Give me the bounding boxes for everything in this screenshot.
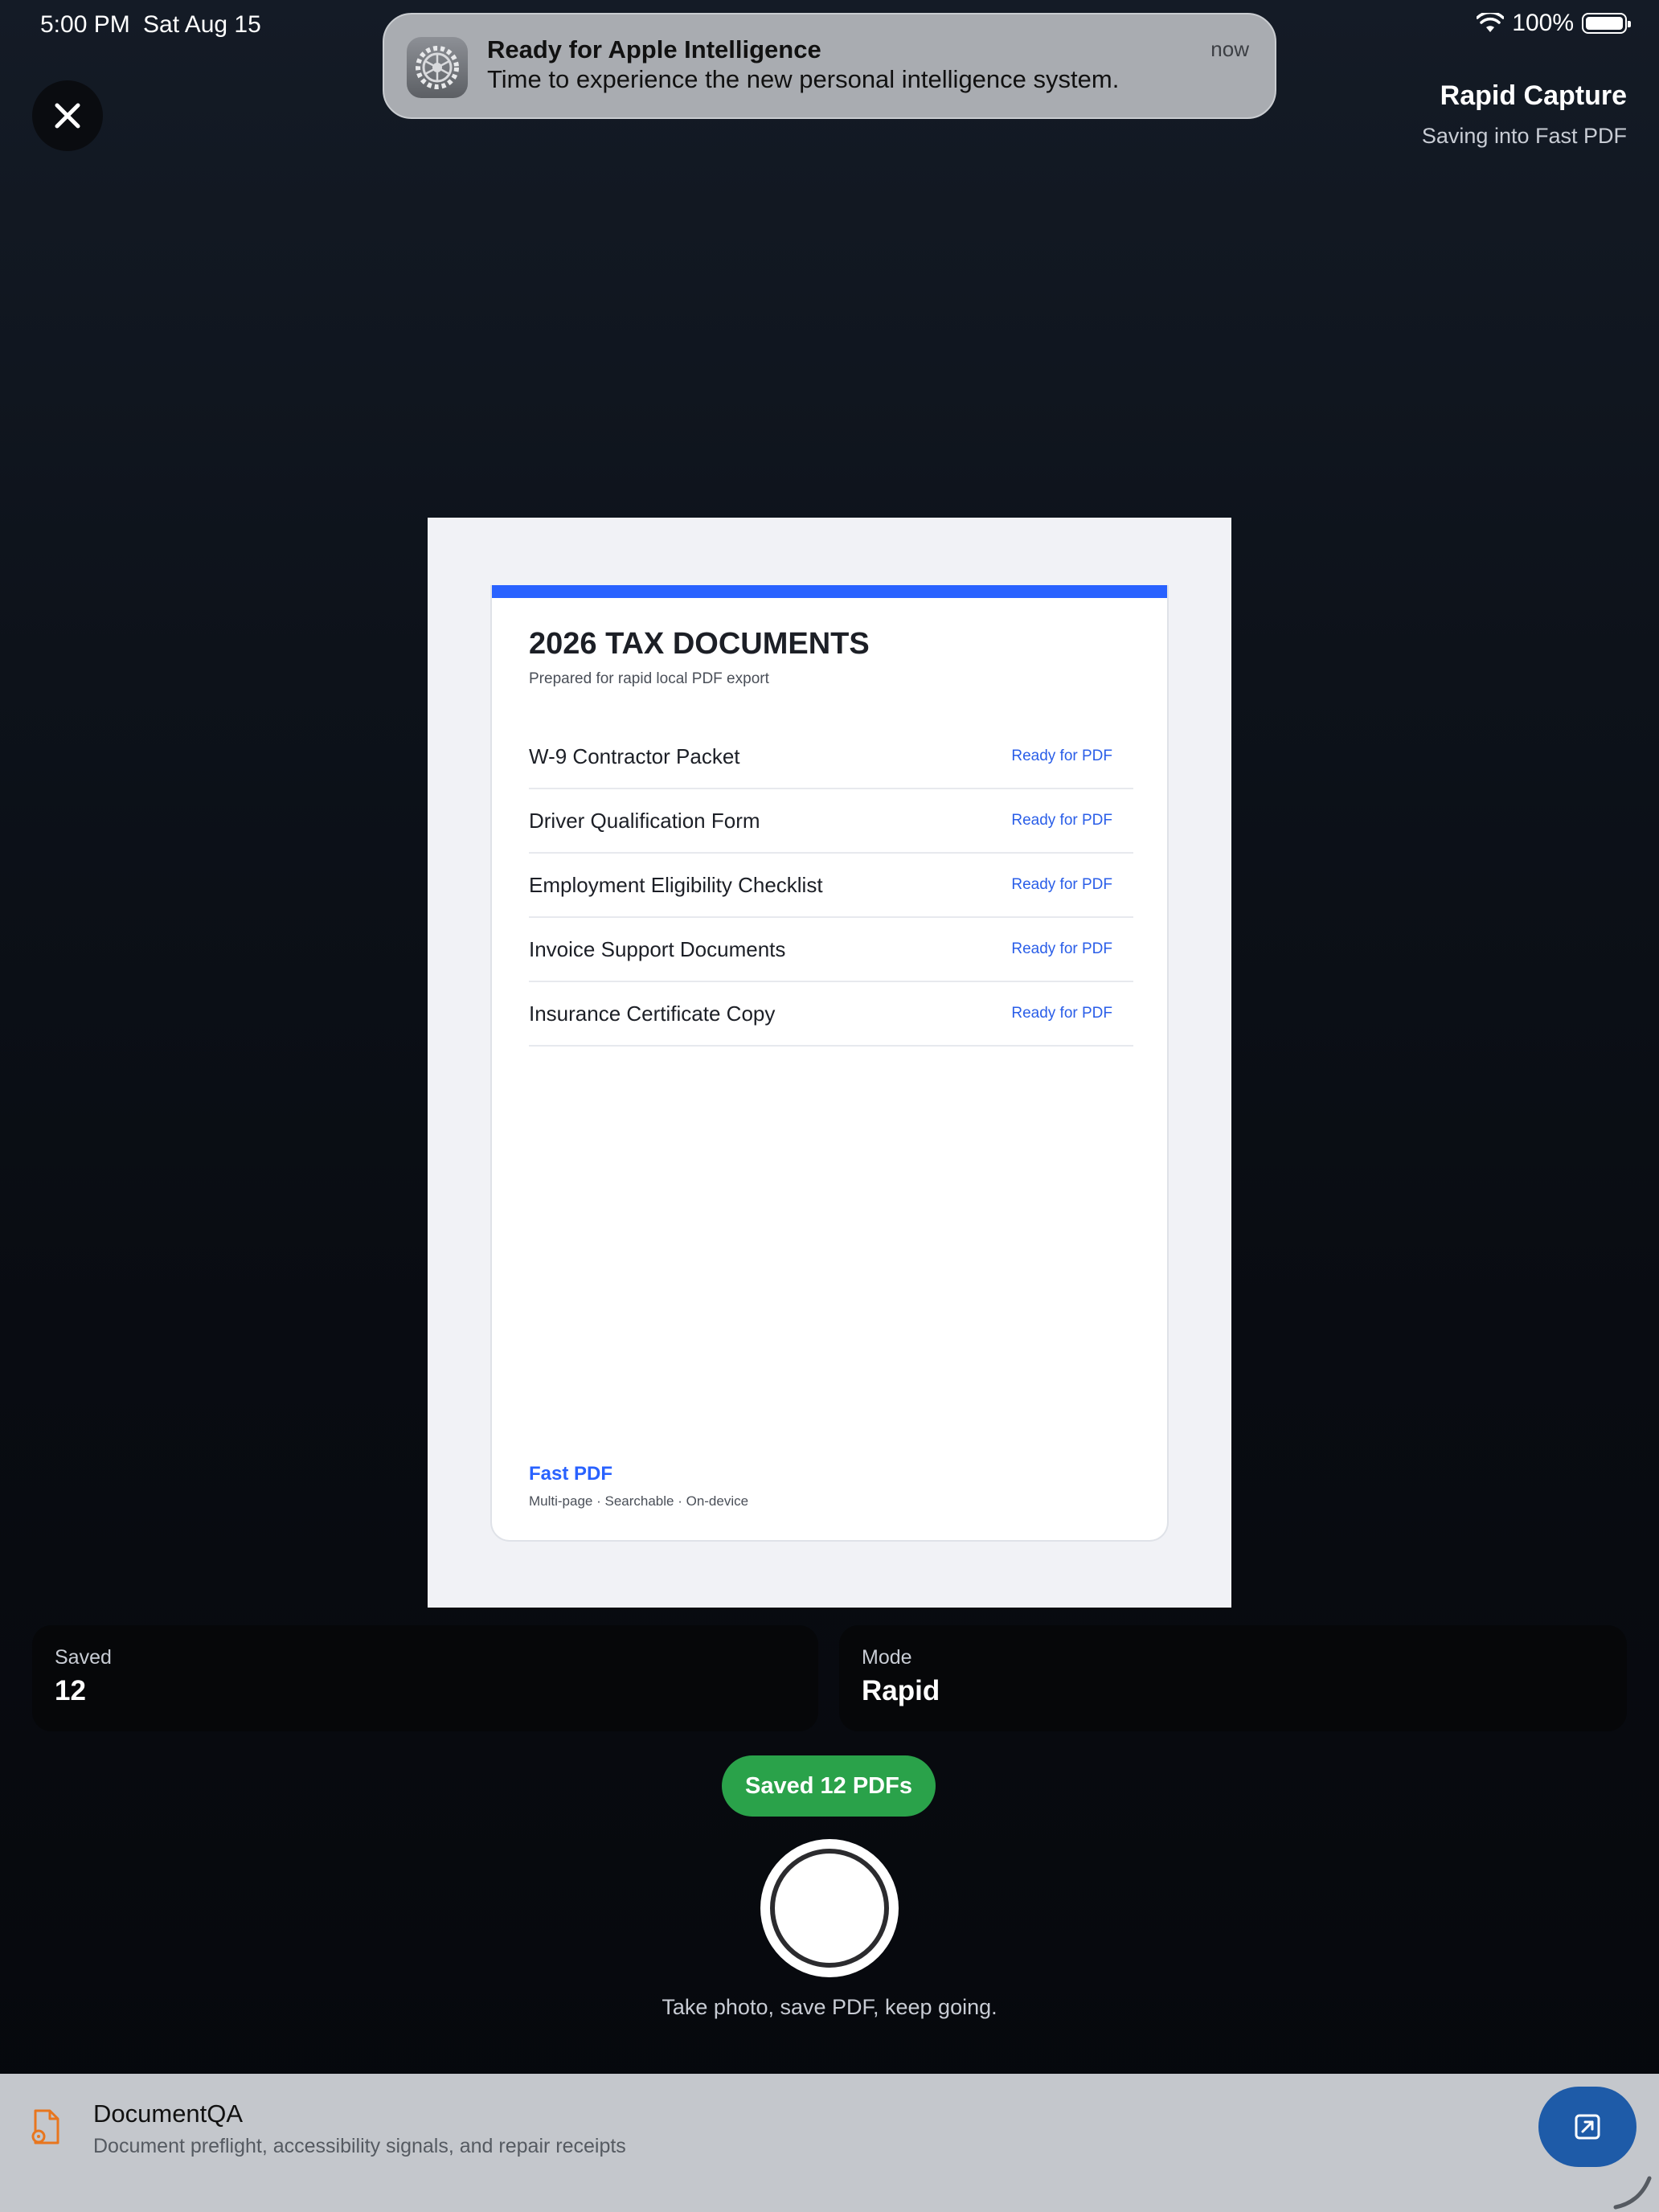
list-item-label: Employment Eligibility Checklist xyxy=(529,872,823,897)
page-subtitle: Saving into Fast PDF xyxy=(1421,124,1627,148)
open-external-icon xyxy=(1575,2114,1600,2140)
list-item: Employment Eligibility Checklist Ready f… xyxy=(529,854,1133,918)
banner-title: DocumentQA xyxy=(93,2099,244,2128)
document-footer-subtitle: Multi-page · Searchable · On-device xyxy=(529,1493,749,1509)
open-app-button[interactable] xyxy=(1538,2087,1636,2167)
status-right: 100% xyxy=(1477,10,1631,37)
saved-count-card: Saved 12 xyxy=(32,1625,818,1731)
status-time: 5:00 PM xyxy=(40,11,130,38)
page-title: Rapid Capture xyxy=(1440,80,1627,111)
list-item-label: W-9 Contractor Packet xyxy=(529,743,740,768)
document-card: 2026 TAX DOCUMENTS Prepared for rapid lo… xyxy=(490,585,1169,1542)
saved-label: Saved xyxy=(55,1646,112,1669)
mode-card[interactable]: Mode Rapid xyxy=(839,1625,1627,1731)
list-item-label: Insurance Certificate Copy xyxy=(529,1001,776,1026)
document-footer-brand: Fast PDF xyxy=(529,1463,613,1485)
list-item-status: Ready for PDF xyxy=(1011,1005,1112,1022)
shutter-caption: Take photo, save PDF, keep going. xyxy=(662,1995,997,2019)
notification-time: now xyxy=(1210,37,1249,61)
mode-label: Mode xyxy=(862,1646,912,1669)
list-item: W-9 Contractor Packet Ready for PDF xyxy=(529,725,1133,789)
status-date: Sat Aug 15 xyxy=(143,11,261,38)
list-item: Driver Qualification Form Ready for PDF xyxy=(529,789,1133,854)
list-item: Invoice Support Documents Ready for PDF xyxy=(529,918,1133,982)
list-item-status: Ready for PDF xyxy=(1011,940,1112,957)
list-item-status: Ready for PDF xyxy=(1011,748,1112,764)
list-item: Insurance Certificate Copy Ready for PDF xyxy=(529,982,1133,1047)
notification-banner[interactable]: Ready for Apple Intelligence Time to exp… xyxy=(383,13,1276,119)
battery-icon xyxy=(1582,13,1631,34)
battery-percent: 100% xyxy=(1512,10,1574,36)
capture-preview: 2026 TAX DOCUMENTS Prepared for rapid lo… xyxy=(428,518,1231,1608)
mode-value: Rapid xyxy=(862,1675,940,1706)
notification-title: Ready for Apple Intelligence xyxy=(487,35,821,63)
list-item-status: Ready for PDF xyxy=(1011,876,1112,893)
wifi-icon xyxy=(1477,13,1505,32)
notification-body: Time to experience the new personal inte… xyxy=(487,65,1120,93)
document-list: W-9 Contractor Packet Ready for PDF Driv… xyxy=(529,725,1133,1047)
close-button[interactable] xyxy=(32,80,103,151)
saved-value: 12 xyxy=(55,1675,86,1706)
document-accent-bar xyxy=(492,585,1167,598)
shutter-inner-ring xyxy=(770,1849,889,1968)
close-icon xyxy=(55,103,80,129)
banner-subtitle: Document preflight, accessibility signal… xyxy=(93,2135,626,2157)
document-title: 2026 TAX DOCUMENTS xyxy=(529,627,870,661)
list-item-label: Driver Qualification Form xyxy=(529,808,760,833)
saved-status-badge: Saved 12 PDFs xyxy=(722,1755,936,1817)
document-subtitle: Prepared for rapid local PDF export xyxy=(529,670,769,687)
resize-handle-icon[interactable] xyxy=(1608,2170,1656,2210)
shutter-button[interactable] xyxy=(760,1839,899,1977)
list-item-status: Ready for PDF xyxy=(1011,812,1112,829)
list-item-label: Invoice Support Documents xyxy=(529,936,786,961)
settings-gear-icon xyxy=(407,37,468,98)
app-banner[interactable]: DocumentQA Document preflight, accessibi… xyxy=(0,2074,1659,2212)
document-gear-icon xyxy=(31,2109,59,2144)
